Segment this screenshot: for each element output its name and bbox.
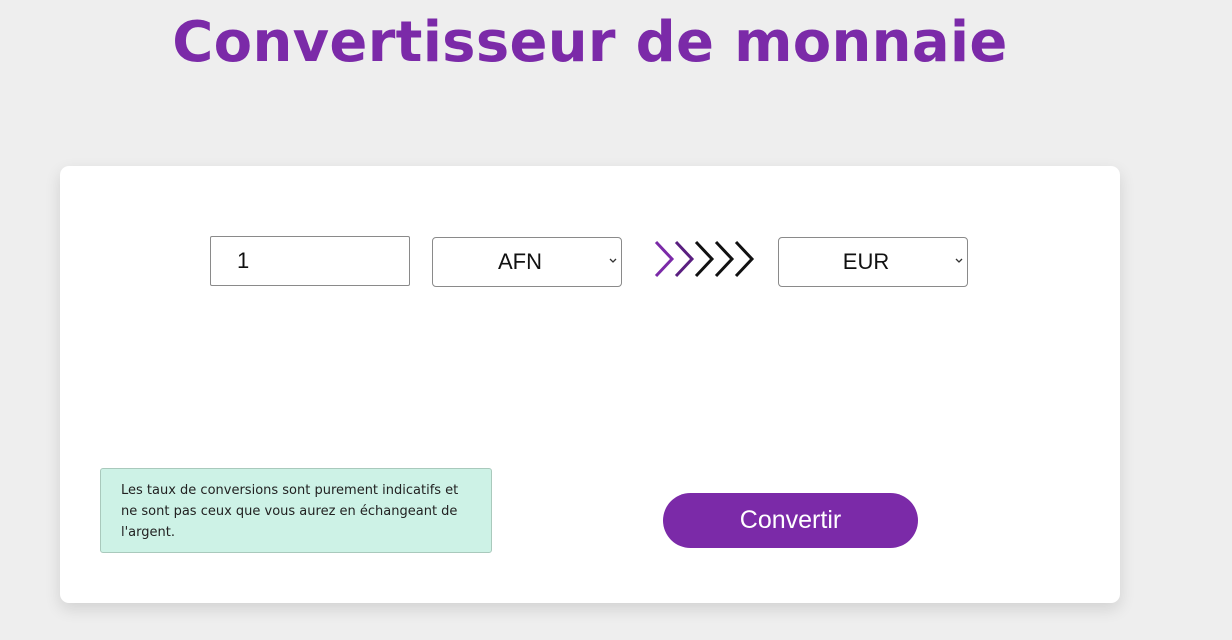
amount-input[interactable] <box>210 236 410 286</box>
page-title: Convertisseur de monnaie <box>172 10 1008 75</box>
to-currency-select[interactable]: EUR <box>778 237 968 287</box>
to-currency-value: EUR <box>842 249 890 274</box>
from-currency-value: AFN <box>498 249 542 274</box>
from-currency-select[interactable]: AFN <box>432 237 622 287</box>
chevrons-right-icon <box>654 240 755 278</box>
disclaimer-note: Les taux de conversions sont purement in… <box>100 468 492 553</box>
converter-card: AFN EUR Les taux de conversions sont pur… <box>60 166 1120 603</box>
convert-button[interactable]: Convertir <box>663 493 918 548</box>
chevron-down-icon <box>955 258 963 263</box>
chevron-down-icon <box>609 258 617 263</box>
